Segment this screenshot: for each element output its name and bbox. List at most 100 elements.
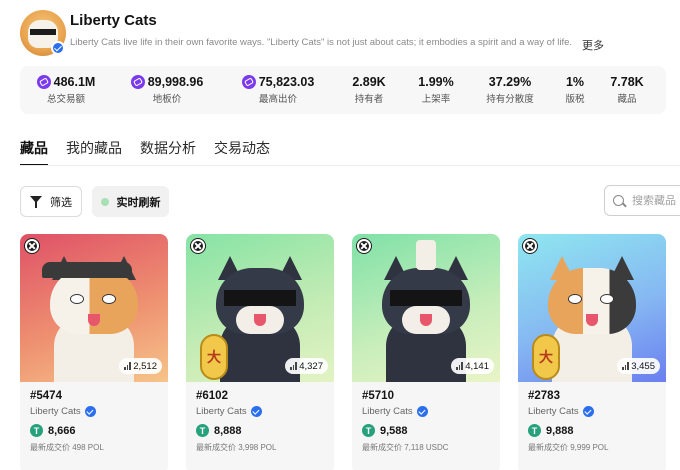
stat-floor-price: 89,998.96 地板价: [112, 66, 222, 114]
card-price-value: 8,666: [48, 424, 76, 437]
collection-header: Liberty Cats Liberty Cats live life in t…: [20, 10, 680, 60]
lucky-coin: 大: [200, 334, 228, 380]
stat-items: 7.78K 藏品: [598, 66, 656, 114]
rarity-badge: 4,141: [451, 358, 494, 374]
rarity-rank: 3,455: [631, 360, 655, 372]
nft-image[interactable]: 2,512: [20, 234, 168, 382]
cat-eye: [568, 294, 582, 304]
card-collection: Liberty Cats: [196, 406, 262, 417]
last-sale: 最新成交价 3,998 POL: [196, 443, 277, 452]
tether-icon: T: [196, 424, 209, 437]
select-toggle-icon[interactable]: [523, 239, 537, 253]
rarity-bars-icon: [456, 362, 463, 370]
card-collection-name: Liberty Cats: [196, 406, 247, 417]
tab-analytics[interactable]: 数据分析: [140, 138, 196, 166]
nft-card[interactable]: 4,141 #5710 Liberty Cats T 9,588 最新成交价 7…: [352, 234, 500, 470]
card-collection-name: Liberty Cats: [528, 406, 579, 417]
cat-mouth: [88, 314, 100, 326]
tab-divider: [20, 165, 680, 166]
collection-tabs: 藏品 我的藏品 数据分析 交易动态: [20, 138, 270, 166]
card-collection: Liberty Cats: [528, 406, 594, 417]
filter-icon: [30, 195, 42, 208]
tab-my-items[interactable]: 我的藏品: [66, 138, 122, 166]
last-sale: 最新成交价 9,999 POL: [528, 443, 609, 452]
live-status-dot: [100, 197, 109, 206]
polygon-icon: [36, 75, 51, 89]
nft-card[interactable]: 大 3,455 #2783 Liberty Cats T 9,888 最新成交价…: [518, 234, 666, 470]
stat-value: 486.1M: [53, 75, 96, 89]
card-price: T 8,888: [196, 424, 242, 437]
stat-label: 版税: [565, 94, 585, 105]
stat-holders: 2.89K 持有者: [334, 66, 404, 114]
search-input[interactable]: [632, 194, 680, 207]
card-collection: Liberty Cats: [30, 406, 96, 417]
milk-bottle: [416, 240, 436, 270]
verified-icon: [84, 406, 96, 417]
card-price-value: 9,588: [380, 424, 408, 437]
stat-value: 2.89K: [352, 75, 386, 89]
live-refresh-toggle[interactable]: 实时刷新: [92, 186, 169, 217]
stat-top-bid: 75,823.03 最高出价: [222, 66, 334, 114]
cat-eye: [70, 294, 84, 304]
cat-mouth: [254, 314, 266, 326]
card-price: T 9,888: [528, 424, 574, 437]
rarity-badge: 3,455: [617, 358, 660, 374]
nft-image[interactable]: 大 4,327: [186, 234, 334, 382]
rarity-rank: 4,141: [465, 360, 489, 372]
last-sale: 最新成交价 7,118 USDC: [362, 443, 449, 452]
filter-button[interactable]: 筛选: [20, 186, 82, 217]
collection-description: Liberty Cats live life in their own favo…: [70, 37, 573, 48]
stat-label: 最高出价: [258, 94, 297, 105]
stat-label: 藏品: [617, 94, 637, 105]
stat-holder-distribution: 37.29% 持有分散度: [468, 66, 552, 114]
stat-label: 总交易额: [46, 94, 85, 105]
token-id: #6102: [196, 390, 228, 402]
stat-value: 1.99%: [418, 75, 454, 89]
token-id: #2783: [528, 390, 560, 402]
rarity-rank: 2,512: [133, 360, 157, 372]
cat-eye: [102, 294, 116, 304]
polygon-icon: [130, 75, 145, 89]
stat-listed-rate: 1.99% 上架率: [404, 66, 468, 114]
stat-royalty: 1% 版税: [552, 66, 598, 114]
nft-image[interactable]: 大 3,455: [518, 234, 666, 382]
avatar-glasses: [30, 29, 56, 35]
nft-image[interactable]: 4,141: [352, 234, 500, 382]
rarity-badge: 4,327: [285, 358, 328, 374]
search-icon: [613, 195, 624, 206]
tether-icon: T: [528, 424, 541, 437]
stat-label: 持有分散度: [486, 94, 534, 105]
card-price-value: 8,888: [214, 424, 242, 437]
card-collection-name: Liberty Cats: [362, 406, 413, 417]
more-link[interactable]: 更多: [582, 37, 604, 53]
stat-label: 上架率: [421, 94, 451, 105]
cat-mouth: [586, 314, 598, 326]
tab-activity[interactable]: 交易动态: [214, 138, 270, 166]
verified-icon: [416, 406, 428, 417]
live-refresh-label: 实时刷新: [116, 196, 161, 209]
card-price: T 8,666: [30, 424, 76, 437]
cat-mouth: [420, 314, 432, 326]
select-toggle-icon[interactable]: [25, 239, 39, 253]
tether-icon: T: [30, 424, 43, 437]
filter-label: 筛选: [50, 196, 72, 209]
tab-items[interactable]: 藏品: [20, 138, 48, 166]
token-id: #5710: [362, 390, 394, 402]
select-toggle-icon[interactable]: [191, 239, 205, 253]
sunglasses: [224, 290, 296, 306]
rarity-badge: 2,512: [119, 358, 162, 374]
stat-total-volume: 486.1M 总交易额: [20, 66, 112, 114]
nft-card[interactable]: 大 4,327 #6102 Liberty Cats T 8,888 最新成交价…: [186, 234, 334, 470]
rarity-bars-icon: [124, 362, 131, 370]
card-collection: Liberty Cats: [362, 406, 428, 417]
polygon-icon: [241, 75, 256, 89]
verified-icon: [250, 406, 262, 417]
select-toggle-icon[interactable]: [357, 239, 371, 253]
card-collection-name: Liberty Cats: [30, 406, 81, 417]
lucky-coin: 大: [532, 334, 560, 380]
stat-label: 持有者: [354, 94, 384, 105]
token-id: #5474: [30, 390, 62, 402]
nft-card[interactable]: 2,512 #5474 Liberty Cats T 8,666 最新成交价 4…: [20, 234, 168, 470]
rarity-bars-icon: [622, 362, 629, 370]
rarity-bars-icon: [290, 362, 297, 370]
